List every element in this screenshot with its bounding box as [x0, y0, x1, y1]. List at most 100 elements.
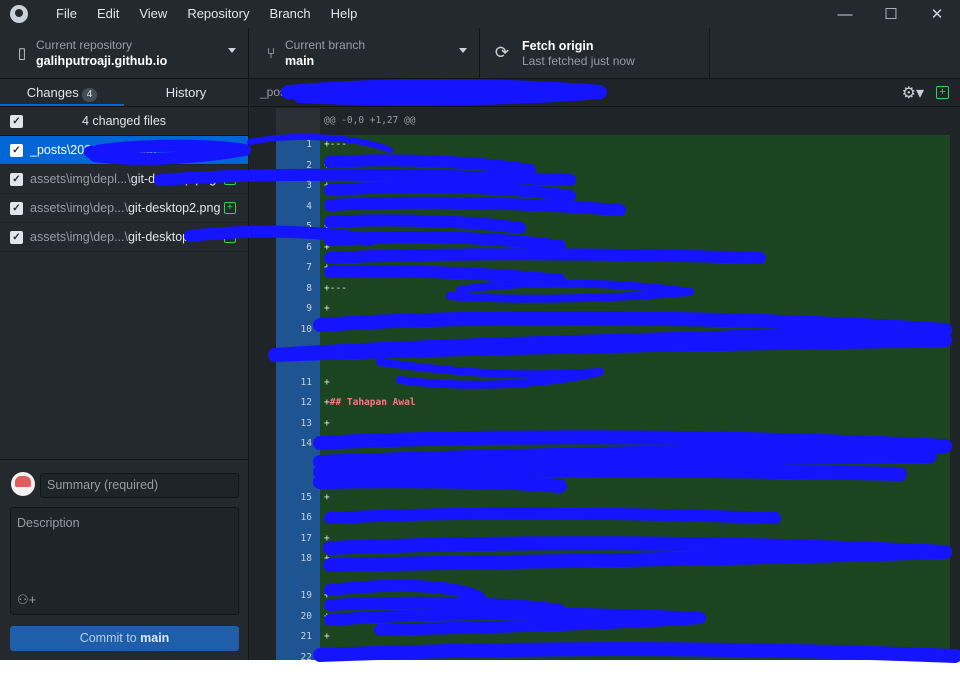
code-line: + — [320, 319, 950, 373]
line-number[interactable]: 13 — [276, 413, 320, 435]
file-checkbox[interactable]: ✓ — [10, 172, 23, 186]
code-line: + — [320, 627, 950, 648]
code-line: +--- — [320, 135, 950, 156]
menu-branch[interactable]: Branch — [259, 0, 320, 28]
line-number[interactable]: 9 — [276, 299, 320, 320]
hunk-header: @@ -0,0 +1,27 @@ — [250, 108, 950, 135]
diff-panel: _posts\... Github-Pages.md ⚙▾ + @@ -0,0 … — [250, 79, 960, 660]
fetch-status: Last fetched just now — [522, 53, 635, 68]
line-number[interactable]: 6 — [276, 237, 320, 258]
tab-changes-label: Changes — [26, 85, 79, 100]
repository-icon: ▯ — [17, 45, 27, 62]
line-number[interactable]: 16 — [276, 508, 320, 529]
gear-icon[interactable]: ⚙▾ — [902, 83, 924, 103]
file-row[interactable]: ✓ assets\img\dep...\git-desktop3 + — [0, 223, 248, 252]
fetch-origin-button[interactable]: ⟳ Fetch origin Last fetched just now — [480, 28, 710, 78]
line-number[interactable]: 8 — [276, 278, 320, 299]
line-number[interactable]: 5 — [276, 217, 320, 238]
line-number[interactable]: 19 — [276, 586, 320, 607]
file-name: git-desktop3 — [127, 230, 197, 244]
changed-files-header: ✓ 4 changed files — [0, 107, 248, 136]
github-logo-icon — [10, 5, 28, 23]
line-number[interactable]: 21 — [276, 627, 320, 648]
menu-view[interactable]: View — [129, 0, 177, 28]
line-number[interactable]: 4 — [276, 196, 320, 217]
line-number[interactable]: 15 — [276, 487, 320, 509]
changed-files-count: 4 changed files — [81, 114, 167, 128]
commit-button-label: Commit to — [79, 631, 141, 645]
line-number[interactable]: 7 — [276, 258, 320, 279]
description-placeholder: Description — [17, 516, 80, 530]
line-number[interactable]: 14 — [276, 434, 320, 488]
file-row[interactable]: ✓ assets\img\dep...\git-desktop2.png + — [0, 194, 248, 223]
current-repository-button[interactable]: ▯ Current repository galihputroaji.githu… — [0, 28, 249, 78]
code-line: + — [320, 155, 950, 176]
code-line: + — [320, 217, 950, 238]
code-line: +--- — [320, 278, 950, 299]
sidebar: Changes 4 History ✓ 4 changed files ✓ _po… — [0, 79, 249, 660]
file-checkbox[interactable]: ✓ — [10, 201, 23, 215]
add-coauthor-icon[interactable]: ⚇+ — [17, 592, 36, 608]
code-line: + — [320, 549, 950, 586]
menu-help[interactable]: Help — [321, 0, 368, 28]
menu-file[interactable]: File — [46, 0, 87, 28]
code-line: + — [320, 487, 950, 509]
code-line: + — [320, 196, 950, 217]
line-number[interactable]: 10 — [276, 319, 320, 373]
code-line: + — [320, 647, 950, 660]
close-icon[interactable]: ✕ — [914, 0, 960, 28]
file-row[interactable]: ✓ assets\img\depl...\git-desktop.png + — [0, 165, 248, 194]
file-row[interactable]: ✓ _posts\2022-0...Github- — [0, 136, 248, 165]
file-added-icon: + — [936, 86, 949, 99]
file-checkbox[interactable]: ✓ — [10, 143, 23, 157]
menu-edit[interactable]: Edit — [87, 0, 129, 28]
current-branch-button[interactable]: ⑂ Current branch main — [249, 28, 480, 78]
line-number[interactable]: 11 — [276, 372, 320, 394]
line-number[interactable]: 20 — [276, 606, 320, 627]
code-line: + — [320, 528, 950, 550]
hunk-text: @@ -0,0 +1,27 @@ — [324, 115, 416, 126]
line-number[interactable]: 17 — [276, 528, 320, 550]
tab-history[interactable]: History — [124, 79, 248, 106]
code-line: + — [320, 606, 950, 627]
code-line: +## Tahapan Awal — [320, 393, 950, 414]
line-number[interactable]: 2 — [276, 155, 320, 176]
branch-icon: ⑂ — [266, 44, 276, 62]
title-bar: File Edit View Repository Branch Help — … — [0, 0, 960, 28]
tab-changes[interactable]: Changes 4 — [0, 79, 124, 106]
maximize-icon[interactable]: ☐ — [868, 0, 914, 28]
file-name: git-desktop2.png — [127, 201, 221, 215]
line-number[interactable]: 22 — [276, 647, 320, 660]
commit-branch-name: main — [140, 631, 170, 645]
diff-lines: @@ -0,0 +1,27 @@ 1 +--- 2 +3 +4 +5 +6 +7 +8 +--- 9… — [250, 108, 960, 660]
scrollbar[interactable] — [950, 108, 960, 660]
branch-name: main — [285, 53, 315, 68]
file-dir: assets\img\depl...\ — [30, 172, 131, 186]
file-added-icon: + — [224, 231, 236, 243]
description-field[interactable]: Description ⚇+ — [10, 507, 239, 615]
chevron-down-icon — [228, 48, 236, 53]
line-number[interactable]: 3 — [276, 176, 320, 197]
code-line: + — [320, 258, 950, 279]
repo-name: galihputroaji.github.io — [36, 53, 168, 68]
toolbar: ▯ Current repository galihputroaji.githu… — [0, 28, 960, 79]
menu-repository[interactable]: Repository — [177, 0, 259, 28]
line-number[interactable]: 1 — [276, 135, 320, 156]
commit-panel: Summary (required) Description ⚇+ Commit… — [0, 459, 249, 660]
minimize-icon[interactable]: — — [822, 0, 868, 28]
commit-button[interactable]: Commit to main — [10, 626, 239, 651]
code-line: + — [320, 586, 950, 607]
code-line: + — [320, 434, 950, 488]
file-name: git-desktop.png — [130, 172, 217, 186]
code-line: + — [320, 372, 950, 394]
branch-label: Current branch — [285, 37, 366, 52]
summary-input[interactable]: Summary (required) — [40, 473, 239, 498]
file-checkbox[interactable]: ✓ — [10, 230, 23, 244]
fetch-label: Fetch origin — [522, 38, 594, 53]
chevron-down-icon — [459, 48, 467, 53]
sync-icon: ⟳ — [494, 43, 510, 62]
line-number[interactable]: 12 — [276, 393, 320, 414]
code-line: + — [320, 299, 950, 320]
file-added-icon: + — [224, 202, 236, 214]
line-number[interactable]: 18 — [276, 549, 320, 586]
